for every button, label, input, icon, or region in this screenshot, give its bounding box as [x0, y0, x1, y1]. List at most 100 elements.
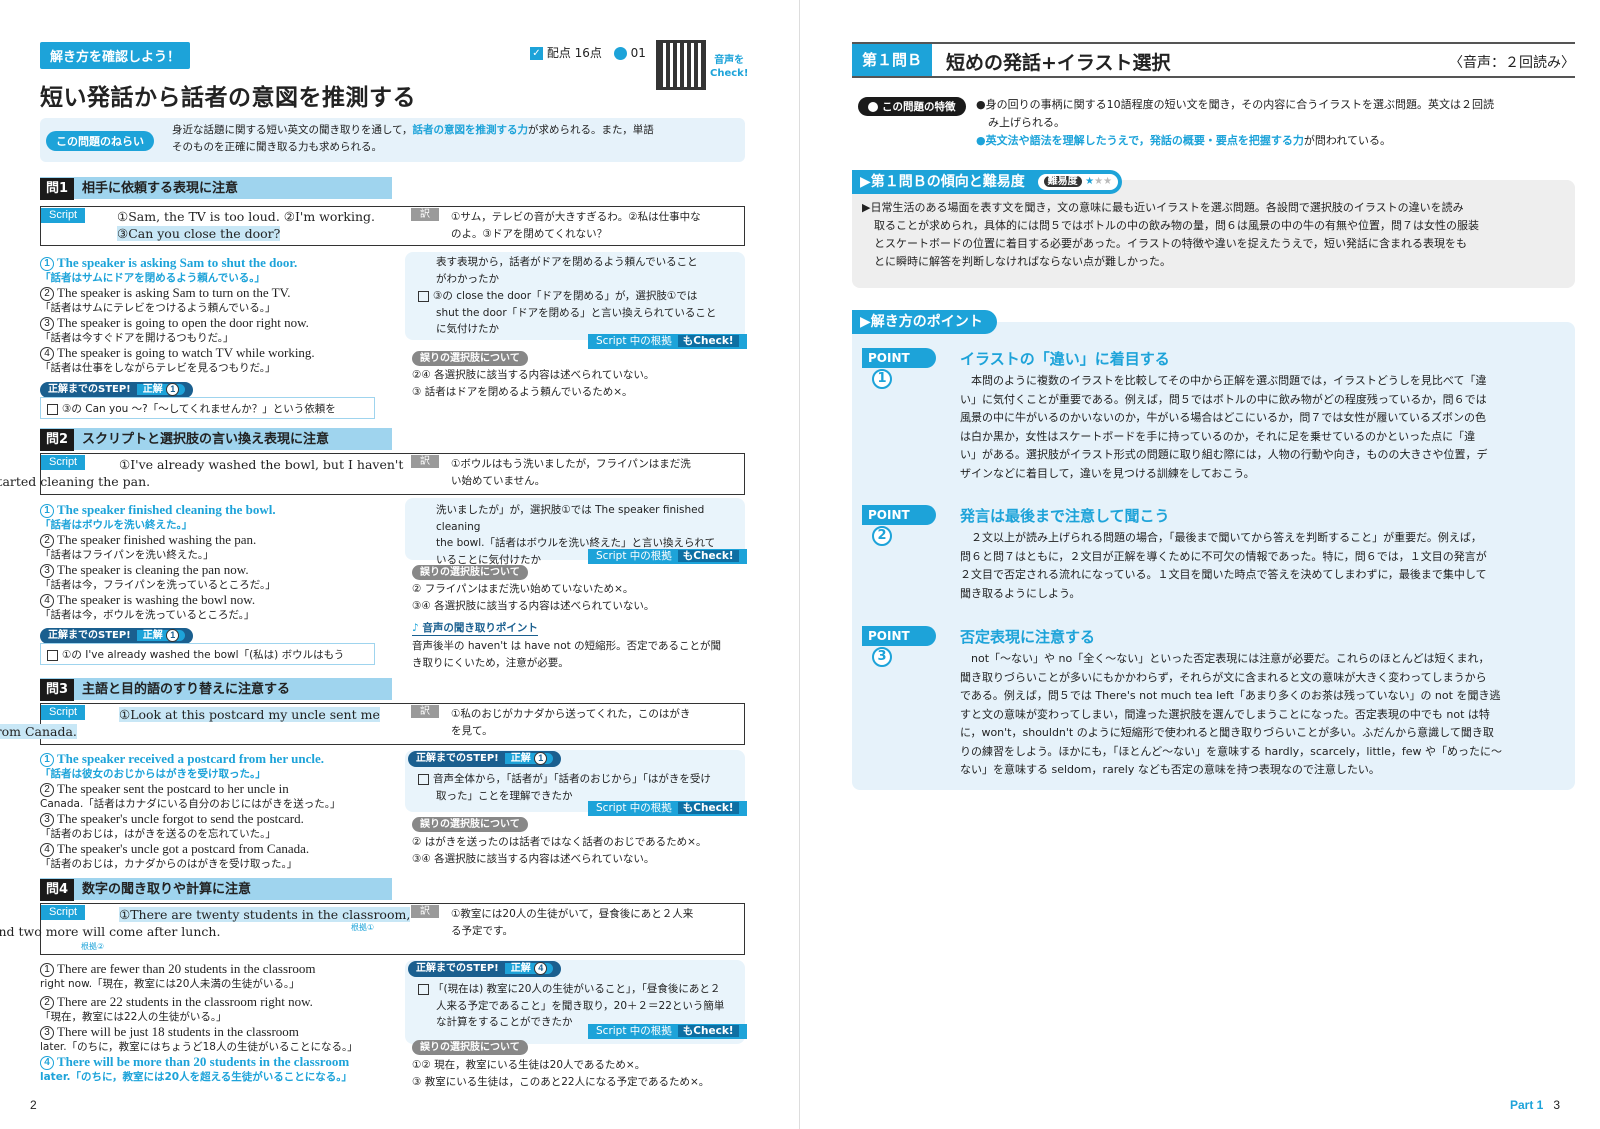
q3-option-2: 2 The speaker sent the postcard to her u…: [40, 781, 341, 811]
q2-option-1: 1 The speaker finished cleaning the bowl…: [40, 502, 276, 532]
aim-text-highlight: 話者の意図を推測する力: [412, 124, 528, 136]
yaku-label: 訳: [411, 455, 439, 468]
qr-label: 音声を Check!: [710, 54, 748, 80]
q2-script-1: ①I've already washed the bowl, but I hav…: [119, 457, 404, 472]
q3-err-label: 誤りの選択肢について: [412, 817, 528, 832]
page-title: 短い発話から話者の意図を推測する: [40, 85, 416, 111]
q3-script: ①Look at this postcard my uncle sent mef…: [0, 706, 423, 740]
point-2-title: 発言は最後まで注意して聞こう: [960, 507, 1170, 525]
point-1-title: イラストの「違い」に着目する: [960, 350, 1170, 368]
script-label: Script: [41, 208, 86, 223]
right-page: 第１問Ｂ 短めの発話+イラスト選択 〈音声：２回読み〉 この問題の特徴 ●身の回…: [800, 0, 1600, 1129]
q2-listen-label: ♪ 音声の聞き取りポイント: [412, 622, 538, 636]
q1-step-box: ③の Can you ～?「～してくれませんか？」という依頼を: [40, 397, 375, 419]
page-number: 2: [30, 1098, 37, 1112]
q1-option-3: 3 The speaker is going to open the door …: [40, 315, 309, 345]
yaku-label: 訳: [411, 208, 439, 221]
q1-step-text: ③の Can you ～?「～してくれませんか？」という依頼を: [62, 403, 336, 415]
q3-step-right: 音声全体から，「話者が」「話者のおじから」「はがきを受け 取った」ことを理解できた…: [418, 771, 745, 804]
q1-step-right-2: ③の close the door「ドアを閉める」が，選択肢①では shut th…: [418, 288, 745, 338]
qr-label-2: Check!: [710, 68, 749, 79]
difficulty-stars: ★★★: [1085, 176, 1112, 187]
q4-yaku: ①教室には20人の生徒がいて，昼食後にあと２人来 る予定です。: [451, 908, 694, 937]
audio-info: 〈音声：２回読み〉: [1449, 55, 1575, 71]
q1-option-4: 4 The speaker is going to watch TV while…: [40, 345, 315, 375]
q1-script-2: ③Can you close the door?: [117, 226, 281, 241]
q4-step-label: 正解までのSTEP! 正解 4: [408, 961, 562, 977]
right-header: 第１問Ｂ 短めの発話+イラスト選択 〈音声：２回読み〉: [852, 42, 1575, 78]
q2-step-box: ①の I've already washed the bowl「(私は) ボウル…: [40, 643, 375, 665]
point-1-label: POINT1: [862, 348, 936, 389]
q4-number: 問4: [40, 879, 75, 901]
q2-title: スクリプトと選択肢の言い換え表現に注意: [82, 432, 330, 447]
qr-label-1: 音声を: [714, 55, 745, 66]
q4-option-3: 3 There will be just 18 students in the …: [40, 1024, 358, 1054]
aim-text-1: 身近な話題に関する短い英文の聞き取りを通して，: [172, 124, 413, 136]
point-1-text: 本問のように複数のイラストを比較してその中から正解を選ぶ問題では，イラストどうし…: [960, 374, 1488, 480]
points-title: ▶解き方のポイント: [852, 310, 997, 334]
q3-check-button[interactable]: Script 中の根拠 もCheck!: [588, 801, 747, 816]
q1-option-2: 2 The speaker is asking Sam to turn on t…: [40, 285, 291, 315]
right-q-label: 第１問Ｂ: [852, 44, 932, 76]
q2-number: 問2: [40, 429, 75, 451]
point-3-title: 否定表現に注意する: [960, 628, 1096, 646]
q1-yaku-1: ①サム，テレビの音が大きすぎるわ。②私は仕事中な: [451, 211, 701, 223]
q3-yaku: ①私のおじがカナダから送ってくれた，このはがき を見て。: [451, 708, 691, 737]
q1-option-1: 1 The speaker is asking Sam to shut the …: [40, 255, 298, 285]
q4-konkyo-1: 根拠①: [351, 923, 375, 932]
music-note-icon: ♪: [412, 622, 419, 634]
q3-title: 主語と目的語のすり替えに注意する: [82, 682, 291, 697]
checkmark-icon: ✓: [530, 47, 543, 60]
difficulty-badge: 難易度 ★★★: [1037, 174, 1119, 190]
aim-box: この問題のねらい 身近な話題に関する短い英文の聞き取りを通して，話者の意図を推測…: [40, 118, 745, 162]
q4-title: 数字の聞き取りや計算に注意: [82, 882, 252, 897]
q3-number: 問3: [40, 679, 75, 701]
section-tag: 解き方を確認しよう！: [40, 42, 191, 69]
aim-text-3: そのものを正確に聞き取る力も求められる。: [172, 140, 382, 153]
q4-konkyo-2: 根拠②: [81, 942, 105, 951]
point-3-label: POINT3: [862, 626, 936, 667]
point-2-text: ２文以上が読み上げられる問題の場合，「最後まで聞いてから答えを判断すること」が重…: [960, 531, 1487, 600]
audio-track-icon: [613, 47, 627, 60]
feature-text: ●身の回りの事柄に関する10語程度の短い文を聞き，その内容に合うイラストを選ぶ問…: [976, 98, 1495, 147]
q3-option-4: 4 The speaker's uncle got a postcard fro…: [40, 841, 310, 871]
q1-script-box: Script ①Sam, the TV is too loud. ②I'm wo…: [40, 206, 745, 246]
q1-step-right: 表す表現から，話者がドアを閉めるよう頼んでいること がわかったか: [436, 256, 698, 285]
q3-errors: ② はがきを送ったのは話者ではなく話者のおじであるため×。 ③④ 各選択肢に該当す…: [412, 836, 707, 865]
qr-code[interactable]: [656, 40, 706, 90]
aim-text-2: が求められる。また，単語: [527, 124, 654, 136]
page-footer: Part 1 3: [1510, 1098, 1560, 1112]
q2-step-label: 正解までのSTEP! 正解 1: [40, 628, 194, 644]
star-icon: ★: [1085, 176, 1095, 187]
q2-script: ①I've already washed the bowl, but I hav…: [0, 456, 423, 490]
q1-err-label: 誤りの選択肢について: [412, 351, 528, 366]
yaku-label: 訳: [411, 905, 439, 918]
right-title: 短めの発話+イラスト選択: [946, 52, 1171, 74]
q1-script-1: ①Sam, the TV is too loud. ②I'm working.: [117, 209, 375, 224]
trend-text: ▶日常生活のある場面を表す文を聞き，文の意味に最も近いイラストを選ぶ問題。各設問…: [862, 201, 1479, 268]
score-info: ✓ 配点 16点 01: [530, 44, 646, 61]
aim-text: 身近な話題に関する短い英文の聞き取りを通して，話者の意図を推測する力が求められる…: [172, 122, 737, 155]
trend-title: ▶第１問Ｂの傾向と難易度 難易度 ★★★: [852, 170, 1122, 194]
q4-header: 問4 数字の聞き取りや計算に注意: [40, 878, 392, 901]
q1-script: ①Sam, the TV is too loud. ②I'm working. ③…: [117, 208, 417, 242]
q2-header: 問2 スクリプトと選択肢の言い換え表現に注意: [40, 428, 392, 451]
bullet-icon: [868, 102, 878, 112]
q2-script-box: Script ①I've already washed the bowl, bu…: [0, 453, 745, 495]
q2-check-button[interactable]: Script 中の根拠 もCheck!: [588, 549, 747, 564]
q4-script-box: Script ①There are twenty students in the…: [0, 903, 745, 955]
score-label: 配点 16点: [546, 46, 602, 60]
q2-listen-text: 音声後半の haven't は have not の短縮形。否定であることが聞き…: [412, 640, 721, 669]
point-3-text: not「～ない」や no「全く～ない」といった否定表現には注意が必要だ。これらの…: [960, 652, 1503, 776]
page-number: 3: [1553, 1098, 1561, 1112]
track-number: 01: [630, 46, 646, 60]
aim-label: この問題のねらい: [46, 131, 154, 151]
q2-option-2: 2 The speaker finished washing the pan. 「…: [40, 532, 257, 562]
q1-errors: ②④ 各選択肢に該当する内容は述べられていない。 ③ 話者はドアを閉めるよう頼んで…: [412, 369, 655, 398]
star-icon: ★: [1103, 176, 1113, 187]
q1-step-label: 正解までのSTEP! 正解 1: [40, 382, 194, 398]
star-icon: ★: [1094, 176, 1104, 187]
q4-check-button[interactable]: Script 中の根拠 もCheck!: [588, 1024, 747, 1039]
q1-check-button[interactable]: Script 中の根拠 もCheck!: [588, 334, 747, 349]
q4-option-2: 2 There are 22 students in the classroom…: [40, 994, 313, 1024]
